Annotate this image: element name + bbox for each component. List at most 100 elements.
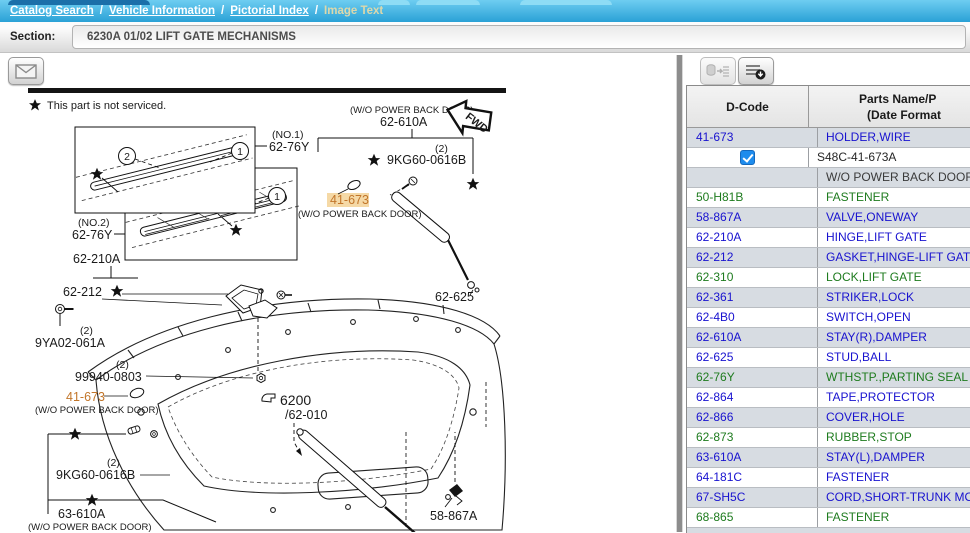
part-name-cell[interactable]: STAY(R),DAMPER [818, 328, 970, 347]
table-row: 62-873 RUBBER,STOP [687, 428, 970, 448]
section-bar: Section: 6230A 01/02 LIFT GATE MECHANISM… [0, 22, 970, 53]
part-code-cell[interactable]: 62-76Y [687, 368, 818, 387]
table-row: W/O POWER BACK DOOR [687, 168, 970, 188]
browser-tab[interactable] [520, 0, 612, 5]
part-name-cell[interactable]: RUBBER,STOP [818, 428, 970, 447]
part-label-62-010[interactable]: /62-010 [285, 408, 327, 422]
part-label-9KG60-0616B-top[interactable]: 9KG60-0616B [387, 153, 466, 167]
breadcrumb-separator: / [221, 5, 224, 17]
table-header: D-Code Parts Name/P (Date Format [687, 86, 970, 128]
part-code-cell[interactable]: 64-181C [687, 468, 818, 487]
breadcrumb: Catalog Search / Vehicle Information / Picto… [10, 5, 383, 17]
table-row: 62-310 LOCK,LIFT GATE [687, 268, 970, 288]
part-code-cell[interactable]: 62-610A [687, 328, 818, 347]
part-name-cell[interactable]: GASKET,HINGE-LIFT GATE [818, 248, 970, 267]
part-label-63-610A[interactable]: 63-610A [58, 507, 106, 521]
part-code-cell [687, 148, 809, 167]
callout-1: 1 [237, 146, 243, 158]
part-label-9KG60-0616B-bottom[interactable]: 9KG60-0616B [56, 468, 135, 482]
part-code-cell[interactable]: 67-SH5C [687, 488, 818, 507]
breadcrumb-separator: / [315, 5, 318, 17]
list-download-icon [744, 63, 768, 80]
part-code-cell[interactable]: 62-212 [687, 248, 818, 267]
column-header-dcode[interactable]: D-Code [687, 86, 809, 127]
table-row: 62-866 COVER,HOLE [687, 408, 970, 428]
callout-2: 2 [124, 151, 130, 163]
browser-tab[interactable] [416, 0, 480, 5]
part-name-cell[interactable]: VALVE,ONEWAY [818, 208, 970, 227]
part-label-99940-0803[interactable]: 99940-0803 [75, 370, 142, 384]
copy-to-list-icon [706, 63, 730, 79]
part-label-62-76Y-no2[interactable]: 62-76Y [72, 228, 113, 242]
part-code-cell[interactable]: 62-361 [687, 288, 818, 307]
part-code-cell[interactable]: 62-866 [687, 408, 818, 427]
part-code-cell[interactable]: 62-310 [687, 268, 818, 287]
column-header-line2: (Date Format [809, 107, 970, 123]
table-row: 58-867A VALVE,ONEWAY [687, 208, 970, 228]
table-row: 41-673 HOLDER,WIRE [687, 128, 970, 148]
section-value[interactable]: 6230A 01/02 LIFT GATE MECHANISMS [72, 25, 966, 49]
part-code-cell [687, 168, 818, 187]
part-label-41-673-selected[interactable]: 41-673 [330, 193, 369, 207]
part-code-cell[interactable]: 62-625 [687, 348, 818, 367]
part-name-cell[interactable]: WTHSTP.,PARTING SEAL [818, 368, 970, 387]
part-label-58-867A[interactable]: 58-867A [430, 509, 478, 523]
parts-list-panel: D-Code Parts Name/P (Date Format 41-673 … [686, 85, 970, 533]
breadcrumb-catalog-search[interactable]: Catalog Search [10, 5, 94, 17]
part-code-cell[interactable]: 50-H81B [687, 188, 818, 207]
part-code-cell[interactable]: 62-210A [687, 228, 818, 247]
table-row: 68-865 FASTENER [687, 508, 970, 528]
part-name-cell[interactable]: STRIKER,LOCK [818, 288, 970, 307]
envelope-icon [15, 64, 37, 79]
part-code-cell[interactable]: 62-864 [687, 388, 818, 407]
part-code-cell[interactable]: 62-4B0 [687, 308, 818, 327]
part-label-62-610A[interactable]: 62-610A [380, 115, 428, 129]
table-row: 63-610A STAY(L),DAMPER [687, 448, 970, 468]
part-name-cell[interactable]: STAY(L),DAMPER [818, 448, 970, 467]
part-label-41-673-left[interactable]: 41-673 [66, 390, 105, 404]
part-name-cell[interactable]: CORD,SHORT-TRUNK MOTOR [818, 488, 970, 507]
breadcrumb-separator: / [100, 5, 103, 17]
part-code-cell[interactable]: 63-610A [687, 448, 818, 467]
part-label-62-210A[interactable]: 62-210A [73, 252, 121, 266]
panel-splitter[interactable] [676, 55, 683, 532]
part-name-cell[interactable]: STUD,BALL [818, 348, 970, 367]
table-row: 62-212 GASKET,HINGE-LIFT GATE [687, 248, 970, 268]
part-code-cell[interactable]: 58-867A [687, 208, 818, 227]
part-label-62-625[interactable]: 62-625 [435, 290, 474, 304]
part-code-cell[interactable]: 68-865 [687, 508, 818, 527]
table-row: S48C-41-673A [687, 148, 970, 168]
part-name-cell[interactable]: FASTENER [818, 508, 970, 527]
breadcrumb-pictorial-index[interactable]: Pictorial Index [230, 5, 309, 17]
parts-diagram: This part is not serviced. 1 2 [18, 82, 518, 532]
table-row: 62-4B0 SWITCH,OPEN [687, 308, 970, 328]
part-name-cell[interactable]: LOCK,LIFT GATE [818, 268, 970, 287]
breadcrumb-image-text-current: Image Text [324, 5, 383, 17]
copy-to-list-button[interactable] [700, 57, 736, 85]
column-header-parts-name[interactable]: Parts Name/P (Date Format [809, 86, 970, 127]
row-checkbox-checked[interactable] [740, 150, 755, 165]
part-name-cell[interactable]: SWITCH,OPEN [818, 308, 970, 327]
mail-button[interactable] [8, 57, 44, 85]
table-row: 67-SH5C CORD,SHORT-TRUNK MOTOR [687, 488, 970, 508]
top-navigation-bar: Catalog Search / Vehicle Information / Picto… [0, 0, 970, 23]
part-name-cell[interactable]: COVER,HOLE [818, 408, 970, 427]
part-name-cell[interactable]: FASTENER [818, 468, 970, 487]
part-code-cell[interactable]: 62-873 [687, 428, 818, 447]
star-icon [111, 285, 124, 297]
part-label-62-76Y-no1[interactable]: 62-76Y [269, 140, 310, 154]
fwd-arrow-icon: FWD [443, 97, 495, 139]
diagram-top-rule [28, 88, 506, 93]
part-label-9YA02-061A[interactable]: 9YA02-061A [35, 336, 106, 350]
part-label-6200[interactable]: 6200 [280, 392, 311, 408]
wo-power-back-door-note: (W/O POWER BACK DOOR) [35, 405, 159, 416]
part-name-cell[interactable]: HINGE,LIFT GATE [818, 228, 970, 247]
part-name-cell[interactable]: FASTENER [818, 188, 970, 207]
breadcrumb-vehicle-information[interactable]: Vehicle Information [109, 5, 215, 17]
weatherstrip-no1-inset: 1 2 [75, 127, 255, 213]
part-name-cell[interactable]: HOLDER,WIRE [818, 128, 970, 147]
list-download-button[interactable] [738, 57, 774, 85]
part-code-cell[interactable]: 41-673 [687, 128, 818, 147]
part-label-62-212[interactable]: 62-212 [63, 285, 102, 299]
part-name-cell[interactable]: TAPE,PROTECTOR [818, 388, 970, 407]
